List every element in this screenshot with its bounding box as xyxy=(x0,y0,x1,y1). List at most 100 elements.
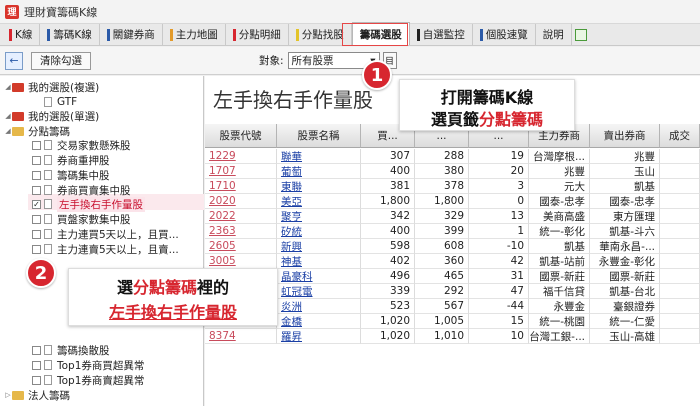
expand-triangle-icon[interactable]: ▷ xyxy=(4,391,12,399)
tree-folder-institutional[interactable]: ▷ 法人籌碼 xyxy=(4,388,70,402)
stock-code-link[interactable]: 2605 xyxy=(205,239,277,254)
table-row[interactable]: 3005 神基 402 360 42 凱基-站前 永豐金-彰化 xyxy=(205,254,700,269)
checkbox[interactable] xyxy=(32,214,41,224)
callout-line: 打開籌碼K線 xyxy=(440,88,534,107)
tree-item-strategy[interactable]: 籌碼集中股 xyxy=(32,168,110,182)
column-header[interactable]: 賣出券商 xyxy=(590,124,660,148)
stock-name-link[interactable]: 東聯 xyxy=(277,179,361,194)
stock-code-link[interactable]: 2022 xyxy=(205,209,277,224)
table-cell xyxy=(660,149,700,164)
table-row[interactable]: 2020 美亞 1,800 1,800 0 國泰-忠孝 國泰-忠孝 xyxy=(205,194,700,209)
table-cell xyxy=(660,284,700,299)
checkbox[interactable] xyxy=(32,345,41,355)
stock-name-link[interactable]: 羅昇 xyxy=(277,329,361,344)
tree-item-left-to-right-volume[interactable]: ✓ 左手換右手作量股 xyxy=(32,196,145,212)
stock-code-link[interactable]: 1707 xyxy=(205,164,277,179)
collapse-triangle-icon[interactable]: ◢ xyxy=(4,127,12,135)
stock-name-link[interactable]: 美亞 xyxy=(277,194,361,209)
tree-item-label: 左手換右手作量股 xyxy=(57,196,145,212)
tree-item-strategy[interactable]: 買盤家數集中股 xyxy=(32,212,131,226)
tree-folder-branch-chips[interactable]: ◢ 分點籌碼 xyxy=(4,124,70,138)
tree-item-strategy[interactable]: Top1券商賣超異常 xyxy=(32,373,144,387)
back-arrow-icon[interactable]: ← xyxy=(5,51,23,70)
stock-code-link[interactable]: 8374 xyxy=(205,329,277,344)
collapse-triangle-icon[interactable]: ◢ xyxy=(4,83,12,91)
tree-item-strategy[interactable]: 券商重押股 xyxy=(32,153,110,167)
stock-name-link[interactable]: 金橋 xyxy=(277,314,361,329)
table-cell: 台灣工銀-... xyxy=(529,329,590,344)
table-cell xyxy=(660,179,700,194)
stock-name-link[interactable]: 虹冠電 xyxy=(277,284,361,299)
export-sheet-icon[interactable] xyxy=(572,24,590,45)
checkbox[interactable] xyxy=(32,185,41,195)
column-header[interactable]: 成交 xyxy=(660,124,700,148)
table-row[interactable]: 8374 羅昇 1,020 1,010 10 台灣工銀-... 玉山-高雄 xyxy=(205,329,700,344)
column-header[interactable]: 股票代號 xyxy=(205,124,277,148)
table-row[interactable]: 1707 葡萄 400 380 20 兆豐 玉山 xyxy=(205,164,700,179)
tree-item-strategy[interactable]: Top1券商買超異常 xyxy=(32,358,144,372)
checkbox[interactable] xyxy=(32,140,41,150)
tab-key-brokers[interactable]: 關鍵券商 xyxy=(100,24,163,45)
stock-name-link[interactable]: 神基 xyxy=(277,254,361,269)
tree-folder-my-picks-multi[interactable]: ◢ 我的選股(複選) xyxy=(4,80,99,94)
tab-branch-stock-finder[interactable]: 分點找股 xyxy=(289,24,352,45)
stock-name-link[interactable]: 聯華 xyxy=(277,149,361,164)
tab-branch-details[interactable]: 分點明細 xyxy=(226,24,289,45)
tab-watchlist-monitor[interactable]: 自選監控 xyxy=(410,24,473,45)
tree-folder-my-picks-single[interactable]: ◢ 我的選股(單選) xyxy=(4,109,99,123)
stock-name-link[interactable]: 聚亨 xyxy=(277,209,361,224)
tree-item-gtf[interactable]: GTF xyxy=(44,95,77,109)
callout-text: 選 xyxy=(116,278,133,297)
tab-color-mark xyxy=(106,28,110,41)
column-header[interactable]: 股票名稱 xyxy=(277,124,361,148)
checkbox[interactable] xyxy=(32,375,41,385)
stock-code-link[interactable]: 1710 xyxy=(205,179,277,194)
checkbox[interactable] xyxy=(32,244,41,254)
tree-item-strategy[interactable]: 主力連賣5天以上，且賣... xyxy=(32,242,179,256)
checkbox[interactable] xyxy=(32,360,41,370)
tab-main-force-map[interactable]: 主力地圖 xyxy=(163,24,226,45)
table-row[interactable]: 4306炎洲523567-44永豐金臺銀證券 xyxy=(205,299,700,314)
tab-stock-overview[interactable]: 個股速覽 xyxy=(473,24,536,45)
tab-color-mark xyxy=(416,28,420,41)
stock-name-link[interactable]: 葡萄 xyxy=(277,164,361,179)
tree-item-label: 我的選股(複選) xyxy=(28,81,100,94)
tab-chip-k-line[interactable]: 籌碼K線 xyxy=(40,24,100,45)
toolbar: ← 清除勾選 對象: 所有股票 ▾ 目 xyxy=(0,47,700,75)
table-row[interactable]: 3257虹冠電33929247福千信貸凱基-台北 xyxy=(205,284,700,299)
table-row[interactable]: 1229 聯華 307 288 19 台灣摩根... 兆豐 xyxy=(205,149,700,164)
tab-help[interactable]: 說明 xyxy=(536,24,572,45)
stock-name-link[interactable]: 新興 xyxy=(277,239,361,254)
target-select-value: 所有股票 xyxy=(291,55,334,67)
collapse-triangle-icon[interactable]: ◢ xyxy=(4,112,12,120)
tab-k-line[interactable]: K線 xyxy=(2,24,41,45)
table-row[interactable]: 2363 矽統 400 399 1 統一-彰化 凱基-斗六 xyxy=(205,224,700,239)
checkbox[interactable] xyxy=(32,229,41,239)
table-cell: 20 xyxy=(469,164,529,179)
tree-item-strategy[interactable]: 主力連買5天以上，且買... xyxy=(32,227,179,241)
table-row[interactable]: 6133金橋1,0201,00515統一-桃園統一-仁愛 xyxy=(205,314,700,329)
stock-code-link[interactable]: 2020 xyxy=(205,194,277,209)
checkbox[interactable] xyxy=(32,155,41,165)
tab-chip-stock-picker[interactable]: 籌碼選股 xyxy=(351,22,410,45)
strategy-tree: ◢ 我的選股(複選) GTF ◢ 我的選股(單選) ◢ 分點籌碼 交易家數懸殊股… xyxy=(0,76,204,406)
table-row[interactable]: 2022 聚亨 342 329 13 美商高盛 東方匯理 xyxy=(205,209,700,224)
clear-selection-button[interactable]: 清除勾選 xyxy=(31,51,91,70)
stock-code-link[interactable]: 3005 xyxy=(205,254,277,269)
table-row[interactable]: 3006晶豪科49646531國票-新莊國票-新莊 xyxy=(205,269,700,284)
table-row[interactable]: 2605 新興 598 608 -10 凱基 華南永昌-... xyxy=(205,239,700,254)
stock-code-link[interactable]: 2363 xyxy=(205,224,277,239)
stock-name-link[interactable]: 炎洲 xyxy=(277,299,361,314)
stock-code-link[interactable]: 1229 xyxy=(205,149,277,164)
tree-item-strategy[interactable]: 交易家數懸殊股 xyxy=(32,138,131,152)
tree-item-strategy[interactable]: 券商買賣集中股 xyxy=(32,183,131,197)
table-row[interactable]: 1710 東聯 381 378 3 元大 凱基 xyxy=(205,179,700,194)
checkbox-checked[interactable]: ✓ xyxy=(32,199,41,209)
stock-name-link[interactable]: 晶豪科 xyxy=(277,269,361,284)
callout-text: 選頁籤 xyxy=(430,110,479,129)
table-cell: 玉山 xyxy=(590,164,660,179)
tree-item-strategy[interactable]: 籌碼換散股 xyxy=(32,343,110,357)
table-cell: 1,005 xyxy=(415,314,469,329)
stock-name-link[interactable]: 矽統 xyxy=(277,224,361,239)
checkbox[interactable] xyxy=(32,170,41,180)
